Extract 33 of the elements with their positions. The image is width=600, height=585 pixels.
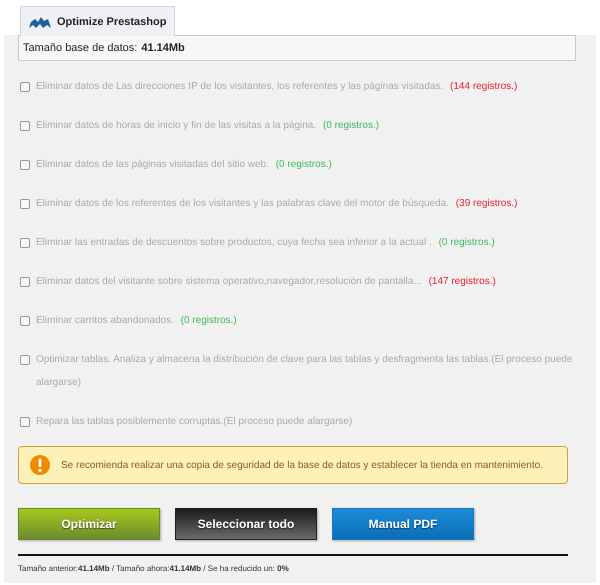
record-count: (0 registros.) <box>276 159 332 170</box>
database-size-label: Tamaño base de datos: <box>23 42 138 54</box>
action-button[interactable]: Manual PDF <box>332 508 474 540</box>
option-label: Eliminar datos de horas de inicio y fin de las visitas a la página. <box>36 120 316 131</box>
record-count: (0 registros.) <box>438 237 495 248</box>
option-label: Eliminar datos del visitante sobre sistema operativo,navegador,resolución de pantalla... <box>36 276 422 287</box>
record-count: (147 registros.) <box>428 276 496 287</box>
action-button[interactable]: Seleccionar todo <box>175 508 317 540</box>
module-tab[interactable]: Optimize Prestashop <box>20 6 176 36</box>
option-label: Eliminar carritos abandonados. <box>36 315 174 326</box>
checkbox[interactable] <box>20 160 30 170</box>
option-label: Eliminar datos de Las direcciones IP de los visitantes, los referentes y las páginas visitadas. <box>36 81 444 92</box>
option-label: Eliminar datos de los referentes de los visitantes y las palabras clave del motor de búsqueda. <box>36 198 450 209</box>
checkbox[interactable] <box>20 238 30 248</box>
checkbox[interactable] <box>20 316 30 326</box>
warning-icon <box>29 454 51 476</box>
checkbox[interactable] <box>20 82 30 92</box>
option-label: Repara las tablas posiblemente corruptas.(El proceso puede alargarse) <box>36 416 352 427</box>
record-count: (39 registros.) <box>456 198 518 209</box>
option-label: Eliminar datos de las páginas visitadas del sitio web. <box>36 159 269 170</box>
record-count: (144 registros.) <box>450 81 518 92</box>
checkbox[interactable] <box>20 199 30 209</box>
record-count: (0 registros.) <box>180 315 237 326</box>
checkbox[interactable] <box>20 121 30 131</box>
warning-text: Se recomienda realizar una copia de seguridad de la base de datos y establecer la tienda en mantenimiento. <box>61 460 543 470</box>
checkbox[interactable] <box>20 355 30 365</box>
option-label: Optimizar tablas. Analiza y almacena la distribución de clave para las tablas y desfragmenta las tablas.(El proceso puede alargarse) <box>36 354 572 388</box>
option-label: Eliminar las entradas de descuentos sobre productos, cuya fecha sea inferior a la actual . <box>36 237 432 248</box>
record-count: (0 registros.) <box>322 120 380 131</box>
checkbox[interactable] <box>20 277 30 287</box>
size-summary: Tamaño anterior:41.14Mb / Tamaño ahora:41.14Mb / Se ha reducido un: 0% <box>18 564 290 573</box>
checkbox[interactable] <box>20 417 30 427</box>
database-size-value: 41.14Mb <box>141 42 185 54</box>
